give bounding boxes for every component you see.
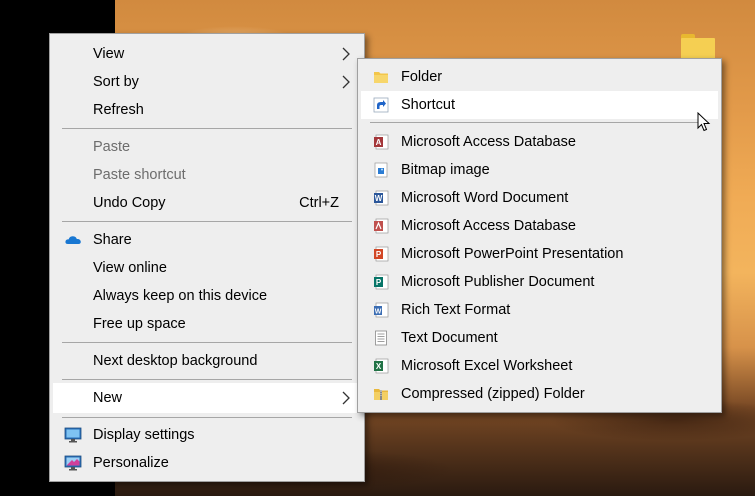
powerpoint-icon: P — [374, 246, 389, 262]
menu-item-label: Undo Copy — [93, 195, 166, 211]
publisher-icon: P — [374, 274, 389, 290]
zip-folder-icon — [374, 389, 388, 400]
menu-separator — [370, 122, 709, 123]
submenu-item-publisher-document[interactable]: P Microsoft Publisher Document — [361, 268, 718, 296]
submenu-item-excel-worksheet[interactable]: X Microsoft Excel Worksheet — [361, 352, 718, 380]
access-icon: A — [374, 134, 389, 150]
submenu-item-label: Microsoft Excel Worksheet — [401, 358, 573, 374]
wordpad-icon: W — [374, 302, 389, 318]
submenu-item-shortcut[interactable]: Shortcut — [361, 91, 718, 119]
menu-item-sort-by[interactable]: Sort by — [53, 68, 361, 96]
menu-item-next-desktop-background[interactable]: Next desktop background — [53, 347, 361, 375]
chevron-right-icon — [342, 75, 350, 89]
menu-separator — [62, 417, 352, 418]
svg-text:X: X — [376, 362, 382, 371]
svg-text:P: P — [376, 278, 382, 287]
submenu-item-label: Microsoft Access Database — [401, 218, 576, 234]
menu-item-undo-copy[interactable]: Undo Copy Ctrl+Z — [53, 189, 361, 217]
menu-item-label: Personalize — [93, 455, 169, 471]
submenu-item-label: Microsoft Word Document — [401, 190, 569, 206]
personalize-icon — [64, 455, 82, 471]
submenu-item-access-database[interactable]: A Microsoft Access Database — [361, 128, 718, 156]
menu-separator — [62, 342, 352, 343]
svg-text:W: W — [375, 194, 383, 203]
new-submenu: Folder Shortcut A Microsoft Access Datab… — [357, 58, 722, 413]
submenu-item-label: Folder — [401, 69, 443, 85]
menu-item-label: Next desktop background — [93, 353, 258, 369]
menu-item-share[interactable]: Share — [53, 226, 361, 254]
menu-item-label: Share — [93, 232, 132, 248]
menu-item-view[interactable]: View — [53, 40, 361, 68]
menu-item-label: Always keep on this device — [93, 288, 268, 304]
submenu-item-folder[interactable]: Folder — [361, 63, 718, 91]
svg-text:W: W — [375, 309, 382, 316]
svg-text:A: A — [376, 138, 382, 147]
submenu-item-label: Compressed (zipped) Folder — [401, 386, 585, 402]
menu-item-always-keep[interactable]: Always keep on this device — [53, 282, 361, 310]
menu-item-label: New — [93, 390, 123, 406]
submenu-item-label: Microsoft Access Database — [401, 134, 576, 150]
submenu-item-word-document[interactable]: W Microsoft Word Document — [361, 184, 718, 212]
menu-separator — [62, 221, 352, 222]
menu-item-refresh[interactable]: Refresh — [53, 96, 361, 124]
chevron-right-icon — [342, 47, 350, 61]
bitmap-icon — [374, 162, 388, 178]
chevron-right-icon — [342, 391, 350, 405]
submenu-item-bitmap-image[interactable]: Bitmap image — [361, 156, 718, 184]
mouse-cursor-icon — [697, 112, 711, 132]
submenu-item-label: Microsoft PowerPoint Presentation — [401, 246, 624, 262]
menu-item-display-settings[interactable]: Display settings — [53, 421, 361, 449]
desktop-context-menu: View Sort by Refresh Paste Paste shortcu… — [49, 33, 365, 482]
submenu-item-compressed-folder[interactable]: Compressed (zipped) Folder — [361, 380, 718, 408]
submenu-item-rich-text-format[interactable]: W Rich Text Format — [361, 296, 718, 324]
submenu-item-text-document[interactable]: Text Document — [361, 324, 718, 352]
menu-item-label: View — [93, 46, 125, 62]
menu-item-free-up-space[interactable]: Free up space — [53, 310, 361, 338]
submenu-item-label: Text Document — [401, 330, 498, 346]
submenu-item-label: Bitmap image — [401, 162, 490, 178]
menu-separator — [62, 379, 352, 380]
menu-item-label: View online — [93, 260, 167, 276]
submenu-item-label: Rich Text Format — [401, 302, 511, 318]
excel-icon: X — [374, 358, 389, 374]
word-icon: W — [374, 190, 389, 206]
menu-item-paste[interactable]: Paste — [53, 133, 361, 161]
menu-item-label: Paste shortcut — [93, 167, 186, 183]
menu-item-label: Sort by — [93, 74, 139, 90]
display-settings-icon — [64, 427, 82, 443]
svg-text:P: P — [376, 250, 382, 259]
submenu-item-label: Microsoft Publisher Document — [401, 274, 595, 290]
menu-item-view-online[interactable]: View online — [53, 254, 361, 282]
menu-item-label: Paste — [93, 139, 131, 155]
menu-item-label: Display settings — [93, 427, 195, 443]
menu-item-shortcut: Ctrl+Z — [299, 195, 339, 211]
menu-item-label: Free up space — [93, 316, 186, 332]
folder-icon — [374, 72, 388, 83]
access-icon — [374, 218, 389, 234]
submenu-item-powerpoint-presentation[interactable]: P Microsoft PowerPoint Presentation — [361, 240, 718, 268]
submenu-item-access-database-2[interactable]: Microsoft Access Database — [361, 212, 718, 240]
menu-item-personalize[interactable]: Personalize — [53, 449, 361, 477]
onedrive-cloud-icon — [65, 236, 81, 244]
menu-item-new[interactable]: New — [53, 383, 361, 413]
submenu-item-label: Shortcut — [401, 97, 455, 113]
text-document-icon — [375, 330, 387, 346]
menu-separator — [62, 128, 352, 129]
menu-item-paste-shortcut[interactable]: Paste shortcut — [53, 161, 361, 189]
shortcut-icon — [373, 97, 389, 113]
menu-item-label: Refresh — [93, 102, 144, 118]
